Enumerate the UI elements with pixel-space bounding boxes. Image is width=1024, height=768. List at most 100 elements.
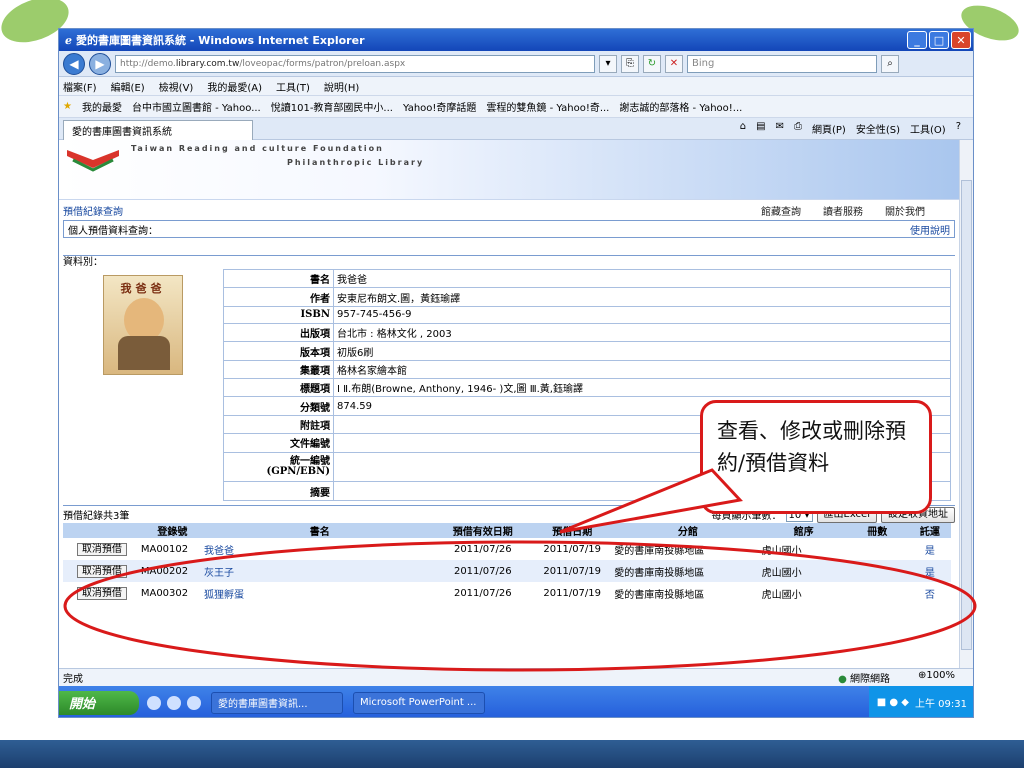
address-bar: ◀ ▶ http://demo. library.com.tw/loveopac/… [59, 51, 973, 77]
cell-title-link[interactable]: 狐狸孵蛋 [204, 590, 244, 601]
meta-value: 安東尼布朗文.圖，黃鈺瑜譯 [333, 287, 951, 307]
nav-catalog[interactable]: 館藏查詢 [761, 203, 801, 218]
nav-current: 預借紀錄查詢 [63, 206, 123, 218]
favorite-item[interactable]: 謝志誠的部落格 - Yahoo!... [619, 99, 742, 114]
compatibility-icon[interactable]: ⎘ [621, 54, 639, 73]
cell-ship-link[interactable]: 是 [925, 546, 935, 557]
cancel-reservation-button[interactable]: 取消預借 [76, 542, 127, 556]
quick-launch-icon[interactable] [147, 695, 161, 710]
cancel-reservation-button[interactable]: 取消預借 [76, 586, 127, 600]
favorite-item[interactable]: 雲程的雙魚鏡 - Yahoo!奇... [486, 99, 609, 114]
stop-icon[interactable]: ✕ [665, 54, 683, 73]
records-table: 登錄號 書名 預借有效日期 預借日期 分館 館序 冊數 託運 取消預借 MA00… [63, 523, 951, 604]
internet-zone: ● 網際網路 [838, 670, 890, 685]
cell-title-link[interactable]: 我爸爸 [204, 546, 234, 557]
menu-edit[interactable]: 編輯(E) [111, 79, 145, 94]
menu-tools[interactable]: 工具(T) [276, 79, 310, 94]
home-icon[interactable]: ⌂ [740, 121, 746, 136]
type-label: 資料別： [63, 255, 955, 269]
cell-school: 虎山國小 [761, 560, 846, 582]
meta-label: ISBN [223, 305, 334, 324]
forward-button[interactable]: ▶ [89, 52, 111, 75]
scrollbar-thumb[interactable] [961, 180, 972, 650]
mail-icon[interactable]: ✉ [776, 121, 784, 136]
cell-qty [846, 538, 909, 560]
taskbar-item-powerpoint[interactable]: Microsoft PowerPoint ... [353, 691, 485, 714]
search-icon[interactable]: ⌕ [881, 54, 899, 73]
start-button[interactable]: 開始 [59, 690, 139, 715]
browser-window: ℯ 愛的書庫圖書資訊系統 - Windows Internet Explorer… [58, 28, 974, 718]
meta-label: 文件編號 [223, 433, 334, 453]
meta-value: 957-745-456-9 [333, 305, 951, 324]
favorite-item[interactable]: Yahoo!奇摩話題 [403, 99, 476, 114]
cell-qty [846, 582, 909, 604]
favorite-item[interactable]: 悅讀101-教育部國民中小... [271, 99, 393, 114]
back-button[interactable]: ◀ [63, 52, 85, 75]
print-icon[interactable]: ⎙ [794, 121, 802, 136]
cell-ship-link[interactable]: 否 [925, 590, 935, 601]
book-cover: 我爸爸 [63, 269, 223, 501]
system-tray: ■ ● ◆ 上午 09:31 [868, 686, 973, 717]
meta-value: Ⅰ Ⅱ.布朗(Browne, Anthony, 1946- )文,圖 Ⅲ.黃,鈺… [333, 378, 951, 398]
page-menu[interactable]: 網頁(P) [812, 121, 846, 136]
tab-current[interactable]: 愛的書庫圖書資訊系統 [63, 119, 253, 140]
meta-label: 摘要 [223, 481, 334, 501]
quick-launch-icon[interactable] [187, 695, 201, 710]
col-valid-date: 預借有效日期 [435, 523, 531, 538]
favorites-label[interactable]: 我的最愛 [82, 99, 122, 114]
table-row: 取消預借 MA00102 我爸爸 2011/07/26 2011/07/19 愛… [63, 538, 951, 560]
cell-id: MA00102 [140, 543, 189, 555]
feeds-icon[interactable]: ▤ [756, 121, 765, 136]
meta-label: 書名 [223, 268, 334, 289]
quick-launch-icon[interactable] [167, 695, 181, 710]
minimize-button[interactable]: _ [907, 31, 927, 49]
menu-help[interactable]: 說明(H) [324, 79, 359, 94]
cover-title: 我爸爸 [120, 282, 166, 295]
menu-file[interactable]: 檔案(F) [63, 79, 97, 94]
cancel-reservation-button[interactable]: 取消預借 [76, 564, 127, 578]
banner-line-2: Philanthropic Library [287, 158, 425, 167]
menu-view[interactable]: 檢視(V) [159, 79, 194, 94]
meta-row: ISBN 957-745-456-9 [223, 305, 951, 324]
nav-about[interactable]: 關於我們 [885, 203, 925, 218]
meta-value: 台北市 : 格林文化 , 2003 [333, 322, 951, 343]
meta-row: 作者 安東尼布朗文.圖，黃鈺瑜譯 [223, 287, 951, 307]
cell-valid: 2011/07/26 [453, 543, 512, 555]
banner-line-1: Taiwan Reading and culture Foundation [131, 144, 384, 153]
cell-qty [845, 560, 909, 582]
tools-menu[interactable]: 工具(O) [910, 121, 946, 136]
task-label: 愛的書庫圖書資訊... [218, 699, 308, 710]
meta-label: 版本項 [223, 341, 334, 361]
meta-label: 集叢項 [223, 359, 334, 380]
favorites-bar: ★ 我的最愛 台中市國立圖書館 - Yahoo... 悅讀101-教育部國民中小… [59, 96, 973, 118]
url-field[interactable]: http://demo. library.com.tw/loveopac/form… [115, 54, 595, 73]
help-icon[interactable]: ? [956, 121, 961, 136]
favorite-item[interactable]: 台中市國立圖書館 - Yahoo... [132, 99, 261, 114]
zoom-level[interactable]: ⊕100% [918, 670, 955, 685]
help-link[interactable]: 使用說明 [910, 222, 954, 237]
nav-reader-service[interactable]: 讀者服務 [823, 203, 863, 218]
cover-figure-body [118, 336, 170, 370]
tab-bar: 愛的書庫圖書資訊系統 ⌂ ▤ ✉ ⎙ 網頁(P) 安全性(S) 工具(O) ? [59, 118, 973, 140]
cell-ship-link[interactable]: 是 [925, 568, 935, 579]
meta-label: 作者 [223, 287, 334, 307]
tray-icons: ■ ● ◆ [876, 697, 909, 708]
close-button[interactable]: ✕ [951, 31, 971, 49]
refresh-icon[interactable]: ↻ [643, 54, 661, 73]
taskbar-item-ie[interactable]: 愛的書庫圖書資訊... [211, 691, 343, 714]
maximize-button[interactable]: □ [929, 31, 949, 49]
cell-branch: 愛的書庫南投縣地區 [614, 589, 705, 601]
taskbar: 開始 愛的書庫圖書資訊... Microsoft PowerPoint ... … [59, 686, 973, 717]
status-bar: 完成 ● 網際網路 ⊕100% [59, 668, 973, 686]
dropdown-arrow-icon[interactable]: ▾ [599, 54, 617, 73]
cell-title-link[interactable]: 灰王子 [204, 568, 234, 579]
callout-box: 查看、修改或刪除預約/預借資料 [700, 400, 932, 514]
url-path: /loveopac/forms/patron/preloan.aspx [239, 58, 406, 69]
menu-favorites[interactable]: 我的最愛(A) [207, 79, 262, 94]
meta-value: 格林名家繪本館 [333, 359, 951, 380]
search-input[interactable]: Bing [687, 54, 877, 73]
safety-menu[interactable]: 安全性(S) [856, 121, 900, 136]
vertical-scrollbar[interactable] [959, 140, 973, 668]
col-qty: 冊數 [845, 523, 909, 538]
col-id: 登錄號 [140, 523, 204, 538]
